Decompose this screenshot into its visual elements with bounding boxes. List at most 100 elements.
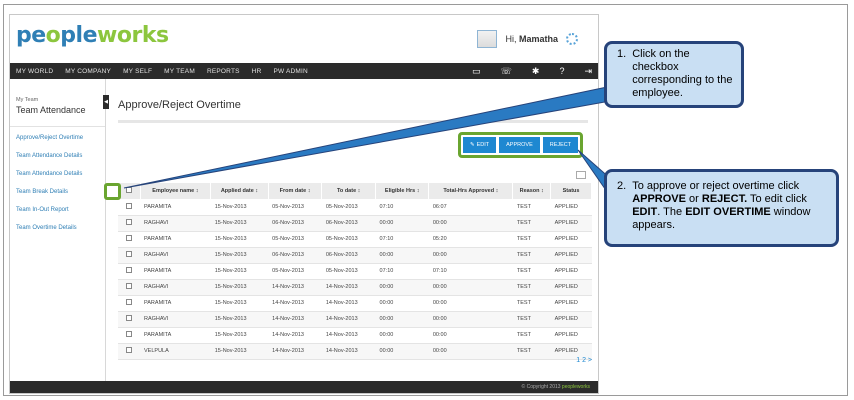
row-checkbox[interactable]: [126, 235, 132, 241]
row-checkbox[interactable]: [126, 283, 132, 289]
column-header[interactable]: Status: [550, 183, 592, 199]
avatar[interactable]: [477, 30, 498, 48]
row-checkbox-cell: [118, 311, 140, 328]
row-checkbox-cell: [118, 247, 140, 264]
callout-step-2: 2. To approve or reject overtime click A…: [604, 169, 839, 247]
table-cell: TEST: [512, 263, 551, 280]
nav-item-hr[interactable]: HR: [246, 68, 268, 75]
row-checkbox[interactable]: [126, 347, 132, 353]
table-header-row: Employee name ↕ Applied date ↕ From date ↕…: [118, 183, 592, 199]
sidebar-item-1[interactable]: Team Attendance Details: [10, 145, 105, 163]
row-checkbox[interactable]: [126, 315, 132, 321]
row-checkbox[interactable]: [126, 202, 132, 209]
table-cell: APPLIED: [550, 263, 592, 280]
help-icon[interactable]: ?: [559, 66, 564, 76]
phone-icon[interactable]: ☏: [501, 66, 512, 77]
sidebar-item-0[interactable]: Approve/Reject Overtime: [10, 127, 105, 145]
book-icon[interactable]: ▭: [472, 66, 481, 77]
nav-item-my-world[interactable]: MY WORLD: [10, 68, 59, 75]
table-cell: 00:00: [375, 327, 429, 344]
column-header[interactable]: Employee name ↕: [140, 183, 212, 199]
row-checkbox[interactable]: [126, 251, 132, 257]
user-menu[interactable]: Hi, Mamatha: [477, 30, 578, 48]
overtime-table: Employee name ↕ Applied date ↕ From date ↕…: [118, 183, 592, 360]
main-nav: MY WORLD MY COMPANY MY SELF MY TEAM REPORTS H…: [10, 63, 598, 79]
table-cell: 00:00: [375, 215, 429, 232]
table-row: PARAMITA 15-Nov-2013 14-Nov-2013 14-Nov-201…: [118, 327, 592, 344]
table-cell: 14-Nov-2013: [321, 279, 376, 296]
sidebar-item-5[interactable]: Team Overtime Details: [10, 217, 105, 235]
table-cell: 00:00: [375, 343, 429, 360]
row-checkbox[interactable]: [126, 219, 132, 225]
app-logo[interactable]: peopleworks: [16, 23, 169, 48]
footer-copyright: © Copyright 2013 peopleworks: [521, 384, 590, 390]
table-cell: TEST: [512, 231, 551, 248]
table-cell: 15-Nov-2013: [210, 231, 269, 248]
sidebar-item-3[interactable]: Team Break Details: [10, 181, 105, 199]
row-checkbox[interactable]: [126, 331, 132, 337]
row-checkbox[interactable]: [126, 299, 132, 305]
nav-item-my-team[interactable]: MY TEAM: [158, 68, 201, 75]
tools-icon[interactable]: ✱: [532, 66, 540, 77]
table-cell: 07:10: [428, 263, 513, 280]
table-cell: RAGHAVI: [140, 279, 211, 296]
table-cell: 15-Nov-2013: [210, 263, 269, 280]
table-cell: 00:00: [428, 247, 513, 264]
table-cell: 15-Nov-2013: [210, 295, 269, 312]
nav-item-pw-admin[interactable]: PW ADMIN: [267, 68, 313, 75]
row-checkbox-cell: [118, 199, 140, 216]
table-cell: 05-Nov-2013: [268, 231, 322, 248]
pagination[interactable]: 1 2 >: [576, 357, 592, 364]
app-window: peopleworks Hi, Mamatha MY WORLD MY COMPA…: [9, 14, 599, 394]
logout-icon[interactable]: ⇥: [584, 66, 592, 77]
checkbox-highlight: [104, 183, 121, 200]
table-cell: 00:00: [375, 311, 429, 328]
sidebar-item-2[interactable]: Team Attendance Details: [10, 163, 105, 181]
column-header[interactable]: Applied date ↕: [210, 183, 269, 199]
nav-item-my-company[interactable]: MY COMPANY: [59, 68, 117, 75]
table-cell: APPLIED: [550, 231, 592, 248]
column-header[interactable]: Reason ↕: [512, 183, 552, 199]
approve-button[interactable]: APPROVE: [499, 137, 540, 153]
sidebar: My Team Team Attendance Approve/Reject O…: [10, 79, 106, 393]
table-cell: TEST: [512, 215, 551, 232]
table-cell: 05-Nov-2013: [321, 231, 376, 248]
table-cell: APPLIED: [550, 215, 592, 232]
user-name: Mamatha: [518, 34, 558, 44]
page-title: Approve/Reject Overtime: [118, 99, 241, 111]
edit-button[interactable]: ✎ EDIT: [463, 137, 497, 153]
gear-icon[interactable]: [566, 33, 578, 45]
export-icon[interactable]: [576, 171, 586, 179]
table-cell: TEST: [512, 295, 551, 312]
callout-1-number: 1.: [617, 48, 627, 60]
nav-item-reports[interactable]: REPORTS: [201, 68, 246, 75]
table-cell: VELPULA: [140, 343, 211, 360]
table-cell: 14-Nov-2013: [321, 343, 376, 360]
select-all-checkbox-header[interactable]: [118, 183, 141, 199]
sidebar-item-4[interactable]: Team In-Out Report: [10, 199, 105, 217]
reject-button[interactable]: REJECT: [542, 137, 579, 153]
table-cell: 14-Nov-2013: [268, 311, 322, 328]
column-header[interactable]: Total-Hrs Approved ↕: [428, 183, 514, 199]
column-header[interactable]: To date ↕: [321, 183, 377, 199]
table-cell: PARAMITA: [140, 263, 211, 280]
table-row: PARAMITA 15-Nov-2013 05-Nov-2013 05-Nov-201…: [118, 263, 592, 280]
column-header[interactable]: From date ↕: [268, 183, 323, 199]
table-cell: 05-Nov-2013: [321, 199, 376, 216]
callout-2-text: To approve or reject overtime click APPR…: [632, 180, 811, 231]
table-cell: 14-Nov-2013: [268, 343, 322, 360]
table-cell: TEST: [512, 199, 551, 216]
column-header[interactable]: Eligible Hrs ↕: [375, 183, 430, 199]
collapse-sidebar-icon[interactable]: ◀: [103, 95, 109, 109]
nav-item-my-self[interactable]: MY SELF: [117, 68, 158, 75]
table-cell: 00:00: [375, 295, 429, 312]
table-cell: 15-Nov-2013: [210, 327, 269, 344]
select-all-checkbox[interactable]: [125, 187, 132, 193]
table-row: PARAMITA 15-Nov-2013 05-Nov-2013 05-Nov-201…: [118, 231, 592, 248]
greeting: Hi, Mamatha: [505, 34, 558, 44]
table-cell: 14-Nov-2013: [268, 295, 322, 312]
table-cell: APPLIED: [550, 247, 592, 264]
table-cell: 00:00: [428, 215, 513, 232]
row-checkbox-cell: [118, 279, 140, 296]
row-checkbox[interactable]: [126, 267, 132, 273]
